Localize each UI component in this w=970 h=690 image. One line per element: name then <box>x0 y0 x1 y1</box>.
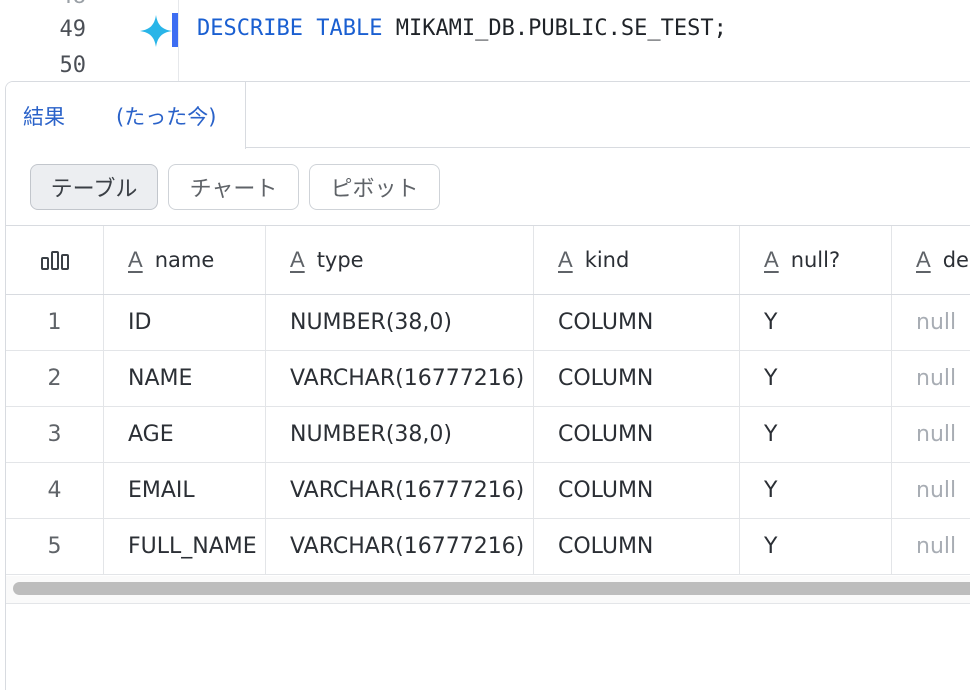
row-number: 3 <box>6 407 104 462</box>
cell-type[interactable]: NUMBER(38,0) <box>266 407 534 462</box>
view-switcher: テーブル チャート ピボット <box>30 164 440 210</box>
view-chart-button[interactable]: チャート <box>168 164 299 210</box>
keyword-describe: DESCRIBE <box>197 16 303 41</box>
cell-type[interactable]: VARCHAR(16777216) <box>266 351 534 406</box>
row-number: 2 <box>6 351 104 406</box>
scrollbar-thumb[interactable] <box>13 582 970 595</box>
table-row[interactable]: 3 AGE NUMBER(38,0) COLUMN Y null <box>6 407 970 463</box>
cell-type[interactable]: VARCHAR(16777216) <box>266 519 534 574</box>
table-row[interactable]: 4 EMAIL VARCHAR(16777216) COLUMN Y null <box>6 463 970 519</box>
column-header-label: kind <box>584 248 630 272</box>
cell-name[interactable]: FULL_NAME <box>104 519 266 574</box>
column-stats-icon[interactable] <box>40 249 70 271</box>
cell-null[interactable]: Y <box>740 519 892 574</box>
cell-name[interactable]: AGE <box>104 407 266 462</box>
column-header-default[interactable]: Ade <box>892 226 970 294</box>
tab-results[interactable]: 結果 (たった今) <box>6 82 246 149</box>
text-type-icon: A <box>764 247 779 272</box>
text-type-icon: A <box>290 247 305 272</box>
line-number: 50 <box>59 53 87 78</box>
column-header-kind[interactable]: Akind <box>534 226 740 294</box>
gutter-divider <box>178 0 179 82</box>
row-number: 5 <box>6 519 104 574</box>
cell-type[interactable]: NUMBER(38,0) <box>266 295 534 350</box>
tab-results-label: 結果 <box>23 105 65 129</box>
results-panel: 結果 (たった今) テーブル チャート ピボット Aname Atype Aki… <box>5 81 970 690</box>
column-header-label: null? <box>790 248 841 272</box>
view-pivot-button[interactable]: ピボット <box>309 164 440 210</box>
table-row[interactable]: 5 FULL_NAME VARCHAR(16777216) COLUMN Y n… <box>6 519 970 575</box>
column-header-name[interactable]: Aname <box>104 226 266 294</box>
row-number: 4 <box>6 463 104 518</box>
column-header-label: de <box>942 248 969 272</box>
cell-null[interactable]: Y <box>740 295 892 350</box>
column-header-label: name <box>154 248 215 272</box>
text-type-icon: A <box>916 247 931 272</box>
cell-kind[interactable]: COLUMN <box>534 519 740 574</box>
cell-null[interactable]: Y <box>740 463 892 518</box>
column-header-type[interactable]: Atype <box>266 226 534 294</box>
cell-default[interactable]: null <box>892 519 970 574</box>
text-type-icon: A <box>128 247 143 272</box>
cell-default[interactable]: null <box>892 295 970 350</box>
column-stats-cell[interactable] <box>6 226 104 294</box>
cell-name[interactable]: EMAIL <box>104 463 266 518</box>
cell-kind[interactable]: COLUMN <box>534 463 740 518</box>
sql-editor[interactable]: 48 49 50 DESCRIBE TABLE MIKAMI_DB.PUBLIC… <box>0 0 970 82</box>
column-header-null[interactable]: Anull? <box>740 226 892 294</box>
cell-default[interactable]: null <box>892 351 970 406</box>
keyword-table: TABLE <box>316 16 383 41</box>
cell-type[interactable]: VARCHAR(16777216) <box>266 463 534 518</box>
horizontal-scrollbar[interactable] <box>6 576 970 604</box>
grid-header-row: Aname Atype Akind Anull? Ade <box>6 225 970 295</box>
text-type-icon: A <box>558 247 573 272</box>
sparkle-icon[interactable] <box>138 13 174 49</box>
cell-null[interactable]: Y <box>740 351 892 406</box>
tab-results-time: (たった今) <box>116 105 217 129</box>
results-tabbar: 結果 (たった今) <box>6 82 970 149</box>
cell-kind[interactable]: COLUMN <box>534 295 740 350</box>
view-table-button[interactable]: テーブル <box>30 164 158 210</box>
table-row[interactable]: 2 NAME VARCHAR(16777216) COLUMN Y null <box>6 351 970 407</box>
table-identifier: MIKAMI_DB.PUBLIC.SE_TEST; <box>395 16 727 41</box>
cell-kind[interactable]: COLUMN <box>534 351 740 406</box>
line-number: 49 <box>59 17 87 42</box>
table-row[interactable]: 1 ID NUMBER(38,0) COLUMN Y null <box>6 295 970 351</box>
cell-name[interactable]: ID <box>104 295 266 350</box>
cell-default[interactable]: null <box>892 407 970 462</box>
row-number: 1 <box>6 295 104 350</box>
code-line[interactable]: DESCRIBE TABLE MIKAMI_DB.PUBLIC.SE_TEST; <box>197 16 727 41</box>
cell-name[interactable]: NAME <box>104 351 266 406</box>
column-header-label: type <box>316 248 364 272</box>
line-number: 48 <box>0 0 87 9</box>
cell-null[interactable]: Y <box>740 407 892 462</box>
cell-kind[interactable]: COLUMN <box>534 407 740 462</box>
cell-default[interactable]: null <box>892 463 970 518</box>
